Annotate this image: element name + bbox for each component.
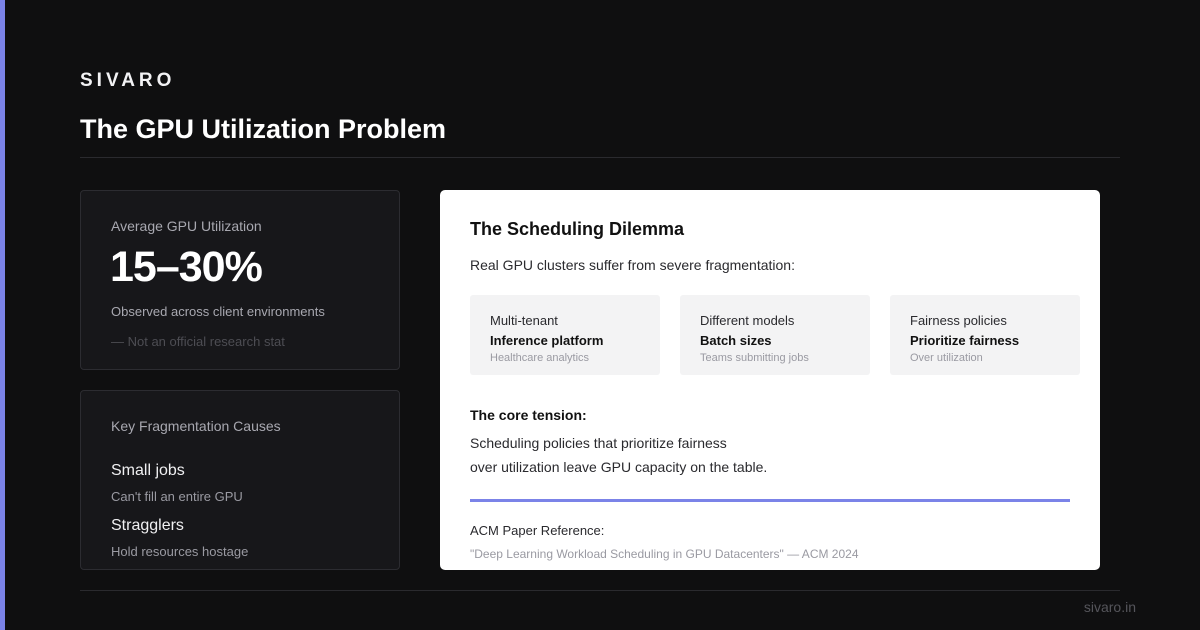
reference-citation: "Deep Learning Workload Scheduling in GP… (470, 547, 859, 561)
tile-subtext: Teams submitting jobs (700, 352, 809, 364)
cause-title: Small jobs (111, 462, 185, 479)
footer-url: sivaro.in (1083, 599, 1136, 615)
dilemma-tile: Different models Batch sizes Teams submi… (680, 295, 870, 375)
scheduling-dilemma-card: The Scheduling Dilemma Real GPU clusters… (440, 190, 1100, 570)
page-title: The GPU Utilization Problem (80, 114, 447, 144)
dilemma-tile: Multi-tenant Inference platform Healthca… (470, 295, 660, 375)
footer-divider (80, 590, 1120, 591)
tension-line: Scheduling policies that prioritize fair… (470, 435, 727, 451)
tile-emphasis: Batch sizes (700, 333, 772, 348)
utilization-label: Average GPU Utilization (111, 218, 262, 234)
cause-description: Can't fill an entire GPU (111, 489, 243, 504)
tile-subtext: Healthcare analytics (490, 352, 590, 364)
tile-emphasis: Prioritize fairness (910, 333, 1020, 348)
utilization-note: — Not an official research stat (111, 334, 285, 349)
tile-heading: Fairness policies (910, 313, 1007, 328)
left-accent-bar (0, 0, 5, 630)
brand-logo: SIVARO (80, 70, 176, 91)
tile-subtext: Over utilization (910, 352, 983, 364)
tile-emphasis: Inference platform (490, 333, 604, 348)
cause-description: Hold resources hostage (111, 544, 249, 559)
accent-divider (470, 499, 1070, 502)
title-divider (80, 157, 1120, 158)
cause-title: Stragglers (111, 517, 184, 534)
dilemma-intro: Real GPU clusters suffer from severe fra… (470, 257, 795, 273)
reference-label: ACM Paper Reference: (470, 523, 605, 538)
tension-title: The core tension: (470, 407, 587, 423)
dilemma-title: The Scheduling Dilemma (470, 219, 685, 239)
causes-label: Key Fragmentation Causes (111, 418, 281, 434)
tile-heading: Different models (700, 313, 795, 328)
utilization-description: Observed across client environments (111, 304, 325, 319)
fragmentation-causes-card: Key Fragmentation Causes Small jobs Can'… (80, 390, 400, 570)
tension-line: over utilization leave GPU capacity on t… (470, 459, 768, 475)
utilization-card: Average GPU Utilization 15–30% Observed … (80, 190, 400, 370)
utilization-value: 15–30% (110, 243, 263, 291)
dilemma-tile: Fairness policies Prioritize fairness Ov… (890, 295, 1080, 375)
tile-heading: Multi-tenant (490, 313, 558, 328)
